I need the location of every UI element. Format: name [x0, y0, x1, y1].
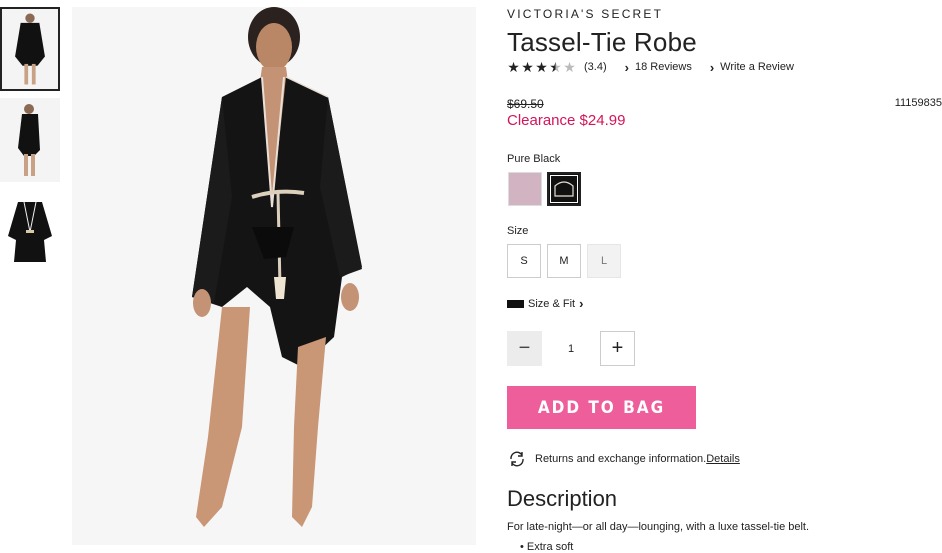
star-icon: ★ — [507, 59, 520, 75]
robe-model-image — [72, 7, 476, 545]
description-text: For late-night—or all day—lounging, with… — [507, 521, 810, 533]
chevron-right-icon: › — [579, 296, 584, 311]
product-title: Tassel-Tie Robe — [507, 27, 697, 57]
rating-value: (3.4) — [584, 61, 607, 73]
size-option-s[interactable]: S — [507, 244, 541, 278]
thumbnail-3[interactable] — [0, 192, 60, 276]
star-empty-icon: ★ — [563, 59, 576, 75]
color-swatch-pure-black[interactable] — [547, 172, 581, 206]
rating-row: ★ ★ ★ ★ ★ (3.4) › 18 Reviews › Write a R… — [507, 59, 794, 75]
quantity-decrease-button[interactable]: − — [507, 331, 542, 366]
product-sku: 11159835 — [894, 97, 942, 109]
size-fit-label: Size & Fit — [528, 297, 576, 310]
size-label: Size — [507, 225, 529, 237]
returns-text: Returns and exchange information. — [535, 453, 707, 465]
reviews-link[interactable]: › 18 Reviews — [625, 60, 692, 75]
thumbnail-1[interactable] — [0, 7, 60, 91]
size-option-l[interactable]: L — [587, 244, 621, 278]
size-fit-link[interactable]: Size & Fit › — [507, 296, 583, 311]
size-option-m[interactable]: M — [547, 244, 581, 278]
write-review-link[interactable]: › Write a Review — [710, 60, 794, 75]
description-bullet: • Extra soft — [520, 541, 574, 553]
ruler-icon — [507, 299, 524, 308]
original-price: $69.50 — [507, 97, 544, 111]
chevron-right-icon: › — [624, 59, 629, 75]
chevron-right-icon: › — [709, 59, 715, 75]
returns-info: Returns and exchange information.Details — [507, 450, 740, 468]
write-review-label: Write a Review — [720, 61, 794, 73]
minus-icon: − — [518, 337, 531, 359]
quantity-value[interactable]: 1 — [542, 331, 600, 366]
add-to-bag-button[interactable]: ADD TO BAG — [507, 386, 696, 429]
clearance-price: Clearance $24.99 — [507, 112, 626, 129]
description-heading: Description — [507, 486, 618, 511]
thumbnail-2[interactable] — [0, 98, 60, 182]
plus-icon: + — [611, 337, 624, 359]
robe-front-thumb-image — [2, 9, 58, 89]
robe-side-thumb-image — [0, 98, 60, 182]
returns-details-link[interactable]: Details — [706, 453, 740, 465]
brand-name[interactable]: VICTORIA'S SECRET — [507, 7, 663, 21]
returns-icon — [510, 451, 524, 467]
main-product-image[interactable] — [72, 7, 476, 545]
reviews-link-label: 18 Reviews — [634, 61, 692, 73]
swatch-black-image — [549, 174, 579, 204]
robe-flat-thumb-image — [0, 192, 60, 276]
color-swatch-pink[interactable] — [508, 172, 542, 206]
star-icon: ★ — [535, 59, 548, 75]
star-icon: ★ — [521, 59, 534, 75]
star-half-icon: ★ — [549, 59, 562, 75]
rating-stars[interactable]: ★ ★ ★ ★ ★ — [507, 60, 576, 74]
quantity-increase-button[interactable]: + — [600, 331, 635, 366]
color-label: Pure Black — [507, 153, 561, 165]
